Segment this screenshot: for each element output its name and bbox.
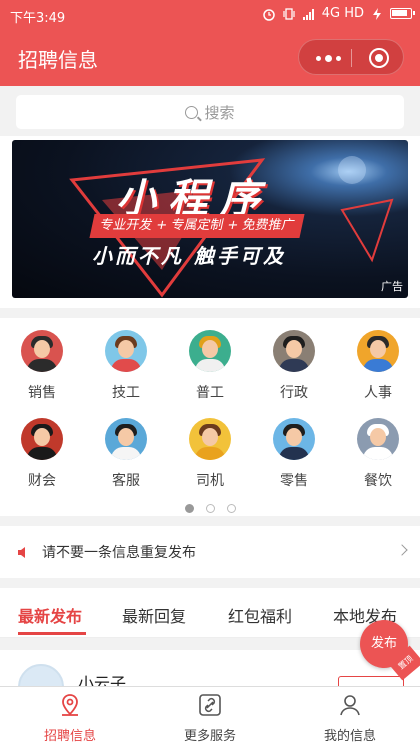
vibrate-icon <box>283 7 295 20</box>
category-label: 司机 <box>196 473 224 489</box>
search-placeholder: 搜索 <box>204 103 235 122</box>
tabbar-item-profile[interactable]: 我的信息 <box>280 687 420 747</box>
technician-avatar-icon <box>105 330 147 372</box>
salesman-avatar-icon <box>21 330 63 372</box>
search-input[interactable]: 搜索 <box>16 95 404 129</box>
category-item[interactable]: 人事 <box>336 330 420 402</box>
tab-latest-reply[interactable]: 最新回复 <box>122 603 186 627</box>
category-label: 销售 <box>28 385 56 401</box>
close-miniapp-icon[interactable] <box>369 48 389 68</box>
network-label: 4G HD <box>321 6 364 21</box>
hr-avatar-icon <box>357 330 399 372</box>
category-grid: 销售 技工 普工 行政 人事财会 客服 司机 零售 餐饮 <box>0 318 420 516</box>
category-label: 技工 <box>112 385 140 401</box>
post-author: 小云子 <box>78 674 127 686</box>
location-pin-icon <box>62 694 78 716</box>
ad-banner[interactable]: 小程序 专业开发 + 专属定制 + 免费推广 小而不凡 触手可及 广告 <box>12 140 408 298</box>
tabbar-label: 招聘信息 <box>43 729 96 744</box>
category-item[interactable]: 客服 <box>84 418 168 490</box>
category-label: 零售 <box>280 473 308 489</box>
carousel-dot[interactable] <box>205 504 215 513</box>
carousel-dot[interactable] <box>184 504 194 513</box>
tab-active-indicator <box>18 632 86 635</box>
miniapp-capsule <box>298 39 404 75</box>
carousel-dot[interactable] <box>226 504 236 513</box>
feed-tabs: 最新发布 最新回复 红包福利 本地发布 <box>0 588 420 638</box>
banner-slogan: 小而不凡 触手可及 <box>92 244 286 268</box>
tab-latest-post[interactable]: 最新发布 <box>18 603 82 627</box>
retail-avatar-icon <box>273 418 315 460</box>
accountant-avatar-icon <box>21 418 63 460</box>
tabbar-item-jobs[interactable]: 招聘信息 <box>0 687 140 747</box>
search-icon <box>185 105 199 119</box>
speaker-icon <box>18 547 25 558</box>
category-item[interactable]: 技工 <box>84 330 168 402</box>
carousel-indicator <box>0 504 420 513</box>
category-label: 普工 <box>196 385 224 401</box>
category-label: 客服 <box>112 473 140 489</box>
post-card[interactable]: 小云子 <box>0 650 420 686</box>
chef-avatar-icon <box>357 418 399 460</box>
driver-avatar-icon <box>189 418 231 460</box>
category-label: 餐饮 <box>364 473 392 489</box>
battery-icon <box>390 8 415 19</box>
tabbar-label: 我的信息 <box>323 729 376 744</box>
ad-label: 广告 <box>381 280 403 293</box>
category-label: 人事 <box>364 385 392 401</box>
category-item[interactable]: 零售 <box>252 418 336 490</box>
category-label: 行政 <box>280 385 308 401</box>
banner-tags: 专业开发 + 专属定制 + 免费推广 <box>89 214 305 238</box>
category-item[interactable]: 司机 <box>168 418 252 490</box>
link-icon <box>199 694 221 716</box>
post-action-button[interactable] <box>338 676 404 686</box>
category-item[interactable]: 行政 <box>252 330 336 402</box>
more-icon[interactable] <box>316 55 341 62</box>
tab-red-packet[interactable]: 红包福利 <box>228 603 292 627</box>
bottom-tab-bar: 招聘信息 更多服务 我的信息 <box>0 686 420 747</box>
chevron-right-icon <box>396 544 408 556</box>
nav-bar: 招聘信息 <box>0 30 420 86</box>
worker-avatar-icon <box>189 330 231 372</box>
signal-icon <box>302 8 314 20</box>
tabbar-item-services[interactable]: 更多服务 <box>140 687 280 747</box>
category-item[interactable]: 餐饮 <box>336 418 420 490</box>
notice-text: 请不要一条信息重复发布 <box>42 545 196 561</box>
category-item[interactable]: 销售 <box>0 330 84 402</box>
service-avatar-icon <box>105 418 147 460</box>
notice-bar[interactable]: 请不要一条信息重复发布 <box>0 526 420 578</box>
avatar <box>18 664 64 686</box>
category-label: 财会 <box>28 473 56 489</box>
tabbar-label: 更多服务 <box>183 729 236 744</box>
charging-icon <box>373 7 381 20</box>
category-item[interactable]: 财会 <box>0 418 84 490</box>
status-time: 下午3:49 <box>10 11 66 26</box>
category-item[interactable]: 普工 <box>168 330 252 402</box>
admin-avatar-icon <box>273 330 315 372</box>
person-icon <box>340 695 360 716</box>
page-title: 招聘信息 <box>18 48 98 72</box>
alarm-icon <box>262 8 275 21</box>
status-bar: 下午3:49 4G HD <box>0 0 420 30</box>
